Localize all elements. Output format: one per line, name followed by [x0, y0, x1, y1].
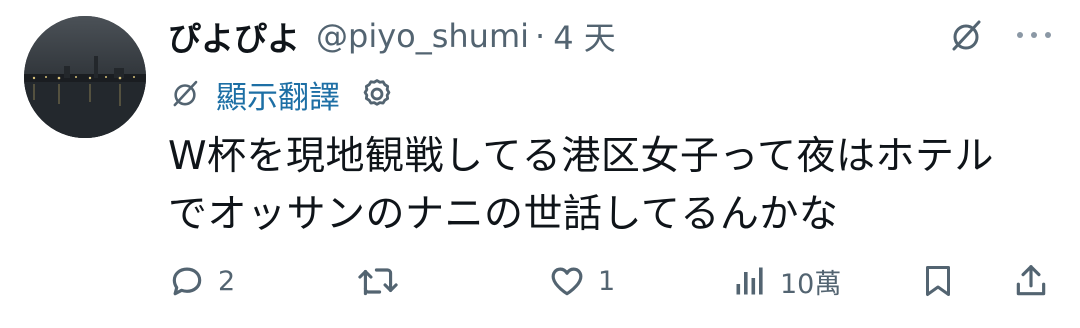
grok-icon — [168, 77, 202, 111]
bookmark-button[interactable] — [920, 258, 956, 304]
share-button[interactable] — [1012, 258, 1050, 304]
avatar[interactable] — [24, 16, 146, 138]
retweet-button[interactable] — [356, 258, 412, 304]
translate-link[interactable]: 顯示翻譯 — [216, 72, 340, 117]
like-button[interactable]: 1 — [548, 258, 615, 304]
gear-icon[interactable] — [360, 77, 394, 111]
tweet-text-line: でオッサンのナニの世話してるんかな — [168, 192, 839, 237]
display-name[interactable]: ぴよぴよ — [168, 12, 300, 60]
tweet-text: W杯を現地観戦してる港区女子って夜はホテル でオッサンのナニの世話してるんかな — [168, 128, 1058, 244]
views-count: 10萬 — [780, 268, 842, 300]
grok-icon[interactable] — [944, 14, 988, 58]
like-count: 1 — [598, 265, 616, 297]
reply-icon — [168, 262, 206, 300]
bookmark-icon — [920, 262, 956, 300]
heart-icon — [548, 262, 586, 300]
retweet-icon — [356, 262, 400, 300]
tweet-text-line: W杯を現地観戦してる港区女子って夜はホテル — [168, 134, 994, 179]
user-handle[interactable]: @piyo_shumi — [316, 17, 529, 55]
more-icon[interactable] — [1010, 20, 1058, 50]
reply-count: 2 — [218, 265, 236, 297]
translate-row: 顯示翻譯 — [168, 72, 394, 116]
views-icon — [732, 262, 768, 300]
tweet-header: ぴよぴよ @piyo_shumi · 4 天 — [168, 10, 616, 62]
reply-button[interactable]: 2 — [168, 258, 235, 304]
share-icon — [1012, 262, 1050, 300]
timestamp[interactable]: 4 天 — [553, 13, 616, 59]
views-button[interactable]: 10萬 — [732, 258, 841, 304]
separator: · — [535, 17, 546, 55]
